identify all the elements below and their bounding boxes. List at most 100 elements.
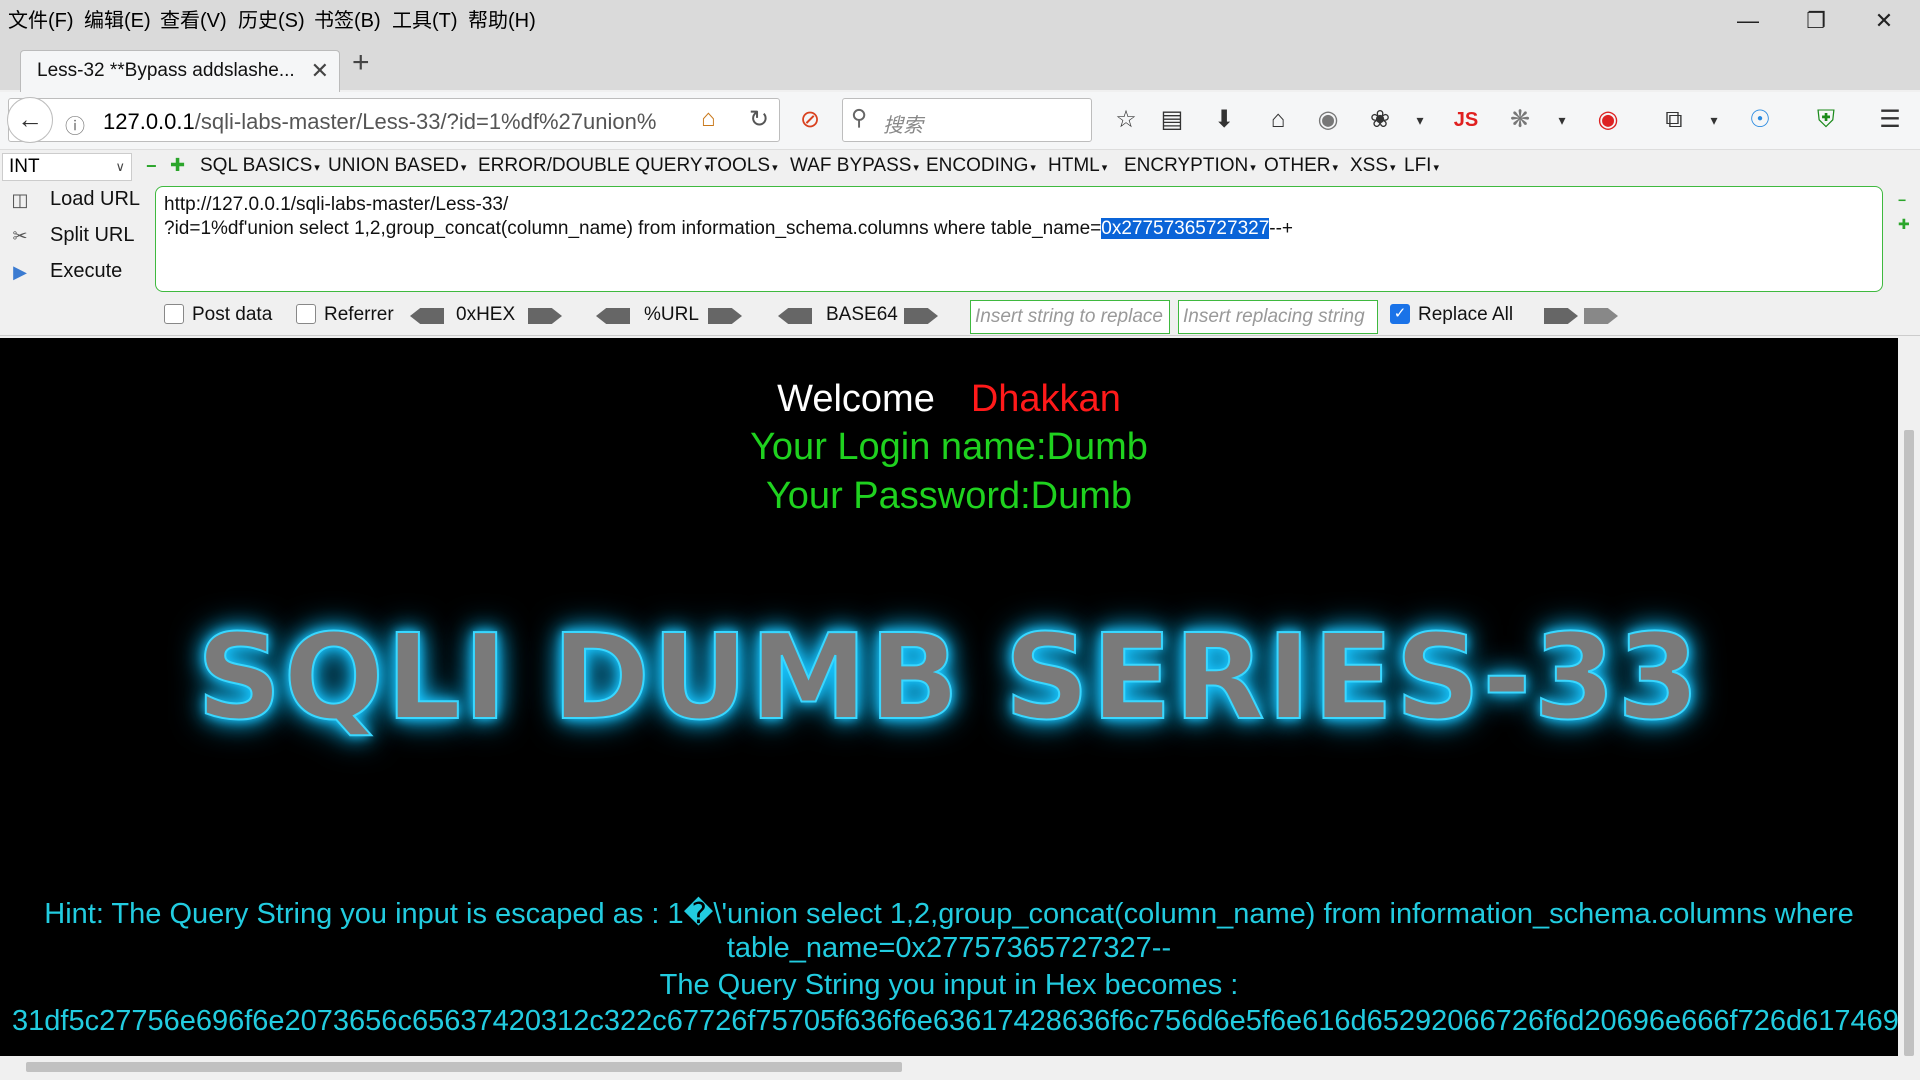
addon-globe-icon[interactable]: ◉ <box>1310 102 1346 138</box>
post-data-checkbox[interactable] <box>164 304 184 324</box>
dropdown-chevron-icon[interactable]: ▾ <box>1402 102 1438 138</box>
replacing-string-input[interactable]: Insert replacing string <box>1178 300 1378 334</box>
bookmark-star-icon[interactable]: ☆ <box>1108 102 1144 138</box>
url-encode-label: %URL <box>644 304 699 325</box>
js-toggle-icon[interactable]: JS <box>1448 102 1484 138</box>
record-icon[interactable]: ◉ <box>1590 102 1626 138</box>
menu-sql-basics[interactable]: SQL BASICS <box>200 155 320 177</box>
home-icon[interactable]: ⌂ <box>701 105 716 133</box>
hackbar-options-row: Post data Referrer 0xHEX %URL BASE64 Ins… <box>160 296 1880 334</box>
referrer-label: Referrer <box>324 304 394 325</box>
close-window-button[interactable]: ✕ <box>1856 4 1912 38</box>
expand-icon[interactable]: ✚ <box>1898 216 1910 233</box>
hint-line: Hint: The Query String you input is esca… <box>44 898 1854 930</box>
base64-label: BASE64 <box>826 304 898 325</box>
search-input[interactable]: ⚲ 搜索 <box>842 98 1092 142</box>
load-url-button[interactable]: ◫ Load URL <box>4 186 154 216</box>
menu-xss[interactable]: XSS <box>1350 155 1396 177</box>
hint-hex-line: 31df5c27756e696f6e2073656c65637420312c32… <box>12 1005 1898 1037</box>
login-name: Your Login name:Dumb <box>750 426 1148 468</box>
base64-decode-arrow-icon[interactable] <box>778 308 812 324</box>
url-text[interactable]: 127.0.0.1/sqli-labs-master/Less-33/?id=1… <box>103 109 663 135</box>
url-line-1: http://127.0.0.1/sqli-labs-master/Less-3… <box>164 194 509 215</box>
plus-icon[interactable]: ✚ <box>170 155 185 176</box>
replace-all-label: Replace All <box>1418 304 1514 325</box>
palette-icon[interactable]: ❀ <box>1362 102 1398 138</box>
hackbar-menu-bar: INT ∨ − ✚ SQL BASICS UNION BASED ERROR/D… <box>0 150 1920 186</box>
int-type-select[interactable]: INT ∨ <box>2 153 132 181</box>
chevron-down-icon: ∨ <box>115 159 125 174</box>
hex-decode-arrow-icon[interactable] <box>410 308 444 324</box>
search-placeholder: 搜索 <box>883 115 923 137</box>
replace-reverse-arrow-icon[interactable] <box>1584 308 1618 324</box>
menu-file[interactable]: 文件(F) <box>8 4 74 33</box>
split-url-button[interactable]: ✂ Split URL <box>4 222 154 252</box>
back-button[interactable]: ← <box>7 97 53 143</box>
menu-view[interactable]: 查看(V) <box>160 4 227 33</box>
collapse-icon[interactable]: − <box>1898 192 1906 208</box>
menu-lfi[interactable]: LFI <box>1404 155 1439 177</box>
tab-title: Less-32 **Bypass addslashe... <box>37 60 295 81</box>
hint-line: The Query String you input in Hex become… <box>659 969 1239 1001</box>
menu-html[interactable]: HTML <box>1048 155 1107 177</box>
url-line-2: ?id=1%df'union select 1,2,group_concat(c… <box>164 218 1294 239</box>
download-icon[interactable]: ⬇ <box>1206 102 1242 138</box>
reload-icon[interactable]: ↻ <box>749 105 769 134</box>
menu-help[interactable]: 帮助(H) <box>468 4 536 33</box>
hex-label: 0xHEX <box>456 304 516 325</box>
url-encode-arrow-icon[interactable] <box>708 308 742 324</box>
username: Dhakkan <box>970 378 1121 420</box>
referrer-checkbox[interactable] <box>296 304 316 324</box>
dropdown-chevron-icon[interactable]: ▾ <box>1696 102 1732 138</box>
share-icon[interactable]: ⧉ <box>1656 102 1692 138</box>
page-content: Welcome Dhakkan Your Login name:Dumb Your… <box>0 338 1898 1056</box>
menu-tools[interactable]: 工具(T) <box>392 4 458 33</box>
translate-globe-icon[interactable]: ☉ <box>1742 102 1778 138</box>
menu-encryption[interactable]: ENCRYPTION <box>1124 155 1256 177</box>
load-url-icon: ◫ <box>11 190 29 210</box>
hackbar-url-textarea[interactable]: http://127.0.0.1/sqli-labs-master/Less-3… <box>155 186 1883 292</box>
minus-icon[interactable]: − <box>146 156 157 177</box>
tab-active[interactable]: Less-32 **Bypass addslashe... ✕ <box>20 50 340 92</box>
reading-list-icon[interactable]: ▤ <box>1154 102 1190 138</box>
welcome-line: Welcome Dhakkan <box>777 378 1121 420</box>
new-tab-button[interactable]: + <box>352 48 370 78</box>
menu-edit[interactable]: 编辑(E) <box>84 4 151 33</box>
url-bar[interactable]: ← ⓘ 127.0.0.1/sqli-labs-master/Less-33/?… <box>7 97 780 143</box>
noscript-icon[interactable]: ⊘ <box>792 102 828 138</box>
hex-encode-arrow-icon[interactable] <box>528 308 562 324</box>
menu-error-double-query[interactable]: ERROR/DOUBLE QUERY <box>478 155 710 177</box>
menu-union-based[interactable]: UNION BASED <box>328 155 466 177</box>
replace-string-input[interactable]: Insert string to replace <box>970 300 1170 334</box>
dropdown-chevron-icon[interactable]: ▾ <box>1544 102 1580 138</box>
menu-bookmarks[interactable]: 书签(B) <box>314 4 381 33</box>
menu-history[interactable]: 历史(S) <box>238 4 305 33</box>
execute-button[interactable]: ▶ Execute <box>4 258 154 288</box>
hamburger-menu-icon[interactable]: ☰ <box>1872 102 1908 138</box>
base64-encode-arrow-icon[interactable] <box>904 308 938 324</box>
vertical-scroll-thumb[interactable] <box>1904 430 1914 1056</box>
post-data-label: Post data <box>192 304 273 325</box>
minimize-button[interactable]: — <box>1720 4 1776 38</box>
horizontal-scroll-thumb[interactable] <box>26 1062 902 1072</box>
menu-waf-bypass[interactable]: WAF BYPASS <box>790 155 919 177</box>
info-icon[interactable]: ⓘ <box>65 110 85 139</box>
password-line: Your Password:Dumb <box>765 475 1133 517</box>
menu-other[interactable]: OTHER <box>1264 155 1338 177</box>
menu-tools-hackbar[interactable]: TOOLS <box>706 155 778 177</box>
tab-close-icon[interactable]: ✕ <box>311 58 329 84</box>
tab-strip: Less-32 **Bypass addslashe... ✕ <box>0 40 1920 92</box>
navigation-bar: ← ⓘ 127.0.0.1/sqli-labs-master/Less-33/?… <box>0 92 1920 150</box>
home-button-icon[interactable]: ⌂ <box>1260 102 1296 138</box>
play-icon: ▶ <box>13 262 27 282</box>
bug-icon[interactable]: ❋ <box>1502 102 1538 138</box>
scissors-icon: ✂ <box>12 226 28 246</box>
replace-right-arrow-icon[interactable] <box>1544 308 1578 324</box>
menu-encoding[interactable]: ENCODING <box>926 155 1036 177</box>
shield-icon[interactable]: ⛨ <box>1808 102 1844 138</box>
hackbar-panel: ◫ Load URL ✂ Split URL ▶ Execute http://… <box>0 184 1920 336</box>
restore-button[interactable]: ❐ <box>1788 4 1844 38</box>
url-decode-arrow-icon[interactable] <box>596 308 630 324</box>
search-icon: ⚲ <box>851 105 868 130</box>
replace-all-checkbox[interactable]: ✓ <box>1390 304 1410 324</box>
